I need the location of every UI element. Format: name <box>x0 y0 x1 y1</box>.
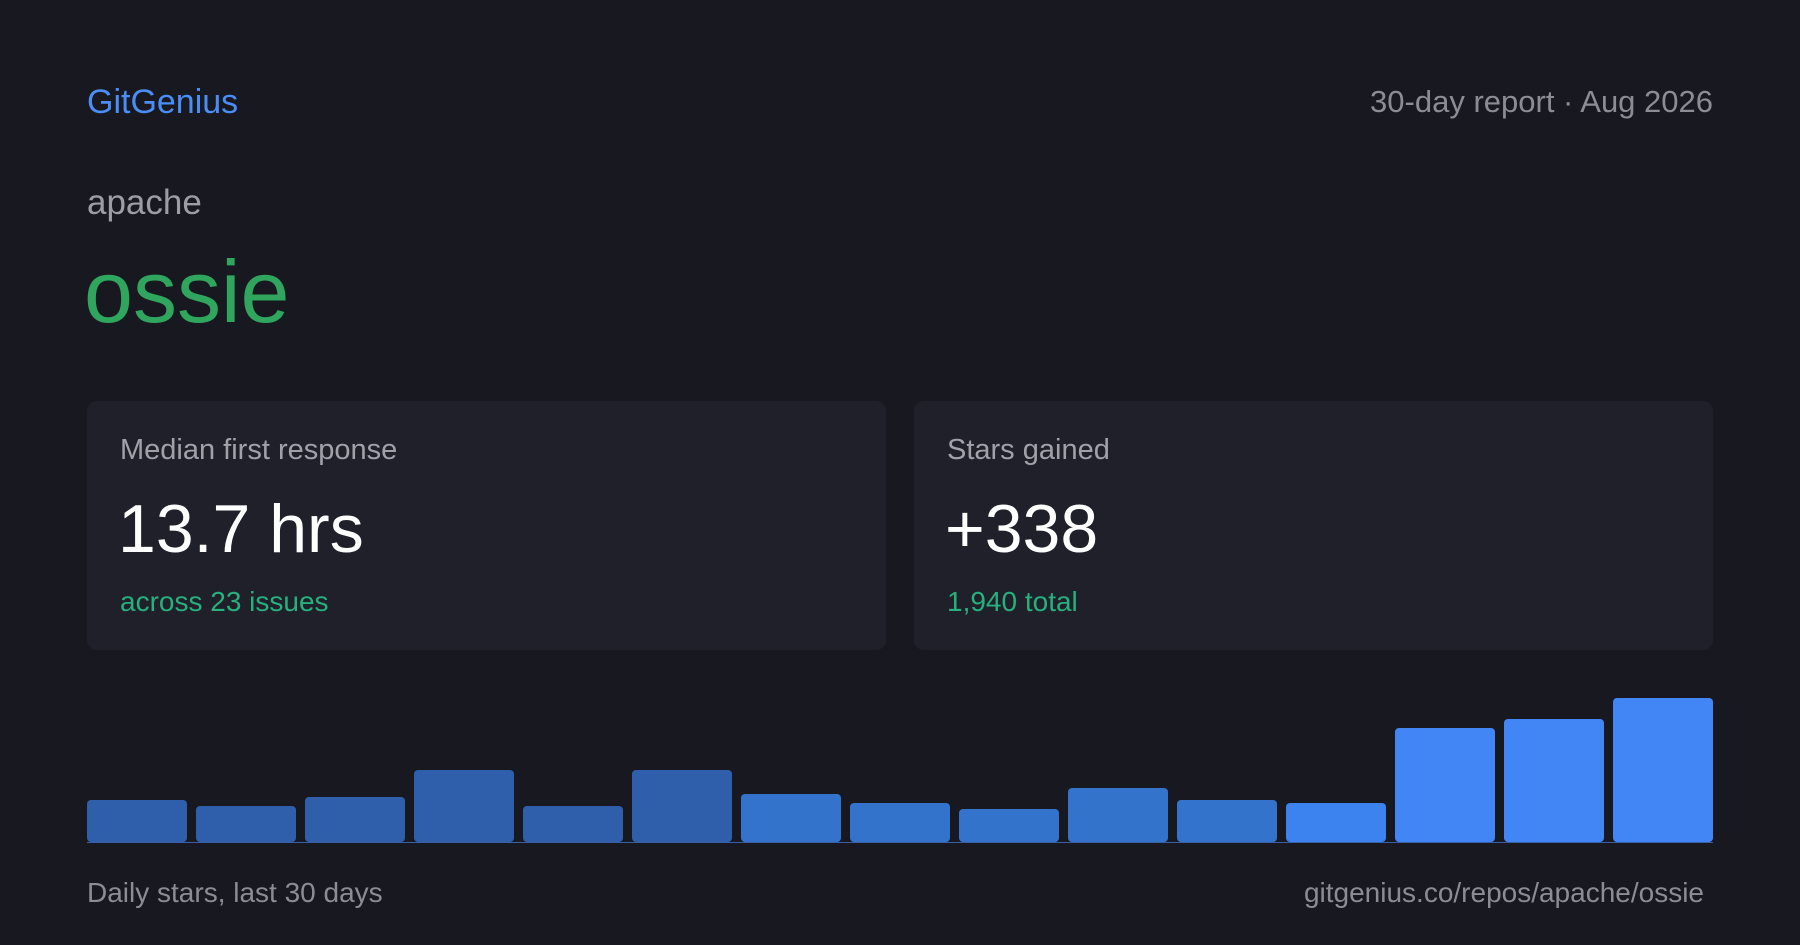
brand-logo-text[interactable]: GitGenius <box>87 80 238 124</box>
median-response-subtext: across 23 issues <box>120 586 329 617</box>
stars-total-subtext: 1,940 total <box>947 586 1078 617</box>
stars-bar-7 <box>741 794 841 842</box>
stars-bar-4 <box>414 770 514 842</box>
stars-bar-9 <box>959 809 1059 842</box>
stars-bar-10 <box>1068 788 1168 842</box>
repo-name: ossie <box>84 242 290 341</box>
chart-caption: Daily stars, last 30 days <box>87 877 383 908</box>
median-response-value: 13.7 hrs <box>118 491 364 567</box>
stars-bar-11 <box>1177 800 1277 842</box>
stars-bar-13 <box>1395 728 1495 842</box>
stars-gained-label: Stars gained <box>947 434 1110 466</box>
stars-bar-14 <box>1504 719 1604 842</box>
stars-gained-value: +338 <box>945 491 1099 567</box>
chart-baseline <box>87 842 1713 843</box>
median-response-card: Median first response 13.7 hrs across 23… <box>87 401 886 650</box>
stars-bar-2 <box>196 806 296 842</box>
median-response-label: Median first response <box>120 434 398 466</box>
stars-bar-3 <box>305 797 405 842</box>
stars-bar-15 <box>1613 698 1713 842</box>
daily-stars-chart <box>87 690 1713 843</box>
stars-bar-6 <box>632 770 732 842</box>
repo-url-link[interactable]: gitgenius.co/repos/apache/ossie <box>1304 874 1704 912</box>
stars-bar-12 <box>1286 803 1386 842</box>
stars-gained-card: Stars gained +338 1,940 total <box>914 401 1713 650</box>
repo-owner: apache <box>87 183 202 222</box>
stars-bar-5 <box>523 806 623 842</box>
stars-bar-8 <box>850 803 950 842</box>
daily-stars-bars <box>87 698 1713 843</box>
report-period-label: 30-day report · Aug 2026 <box>1370 84 1713 119</box>
stars-bar-1 <box>87 800 187 842</box>
report-card: GitGenius 30-day report · Aug 2026 apach… <box>0 0 1800 945</box>
